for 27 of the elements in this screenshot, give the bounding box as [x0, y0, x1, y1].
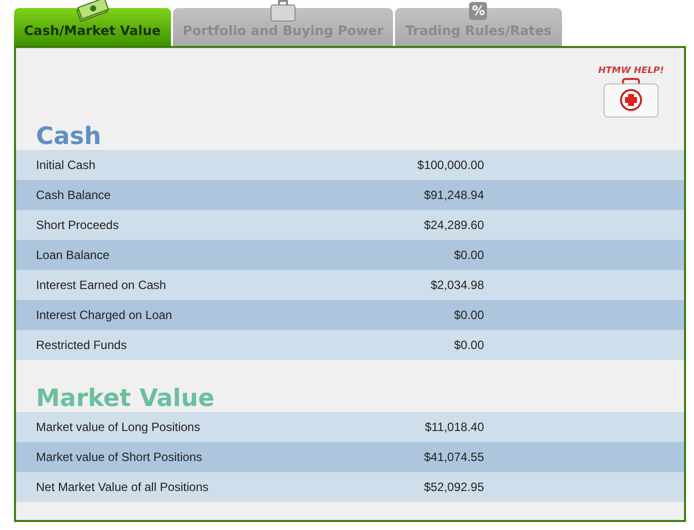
row-value: $0.00	[452, 338, 484, 352]
help-label[interactable]: HTMW HELP!	[598, 66, 664, 76]
row-value: $2,034.98	[430, 278, 484, 292]
first-aid-kit-icon[interactable]	[603, 78, 660, 118]
briefcase-icon	[270, 0, 296, 22]
percent-icon: %	[469, 2, 488, 20]
row-value: $52,092.95	[422, 480, 484, 494]
row-value: $0.00	[452, 248, 484, 262]
row-value: $41,074.55	[422, 450, 484, 464]
row-label: Interest Charged on Loan	[35, 308, 174, 322]
section-heading: Market Value	[35, 383, 216, 412]
row-label: Interest Earned on Cash	[35, 278, 168, 292]
row-label: Loan Balance	[35, 248, 110, 262]
row-label: Market value of Long Positions	[35, 420, 202, 434]
row-value: $0.00	[452, 308, 484, 322]
row-value: $24,289.60	[422, 218, 484, 232]
row-label: Net Market Value of all Positions	[35, 480, 210, 494]
row-label: Market value of Short Positions	[35, 450, 204, 464]
tab[interactable]: Cash/Market Value	[14, 8, 171, 46]
row-value: $91,248.94	[422, 188, 484, 202]
row-value: $11,018.40	[424, 420, 484, 434]
row-label: Cash Balance	[35, 188, 112, 202]
row-label: Initial Cash	[35, 158, 96, 172]
row-label: Short Proceeds	[35, 218, 120, 232]
section-heading: Cash	[35, 121, 102, 150]
row-label: Restricted Funds	[35, 338, 128, 352]
row-value: $100,000.00	[416, 158, 484, 172]
